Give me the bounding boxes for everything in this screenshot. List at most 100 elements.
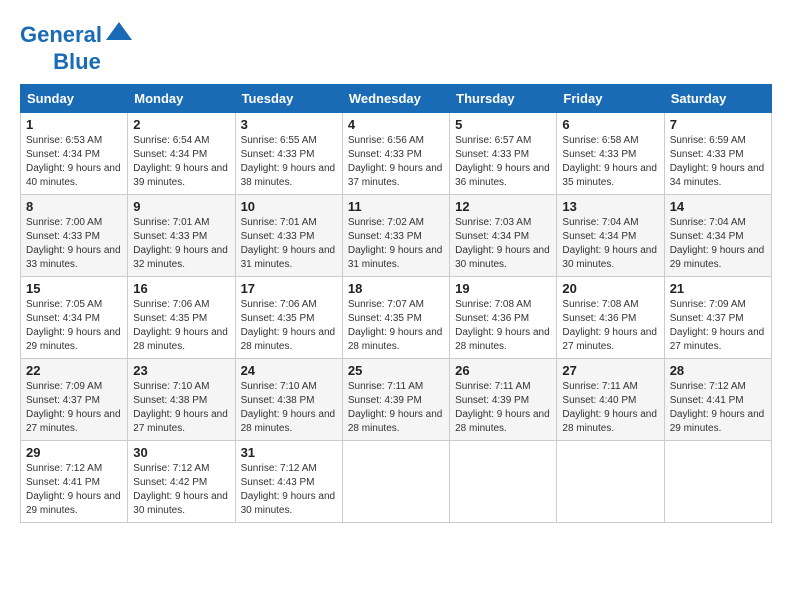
week-row-2: 8 Sunrise: 7:00 AM Sunset: 4:33 PM Dayli… bbox=[21, 195, 772, 277]
calendar-cell: 17 Sunrise: 7:06 AM Sunset: 4:35 PM Dayl… bbox=[235, 277, 342, 359]
calendar-cell: 25 Sunrise: 7:11 AM Sunset: 4:39 PM Dayl… bbox=[342, 359, 449, 441]
calendar-cell: 3 Sunrise: 6:55 AM Sunset: 4:33 PM Dayli… bbox=[235, 113, 342, 195]
day-info: Sunrise: 7:01 AM Sunset: 4:33 PM Dayligh… bbox=[241, 216, 337, 272]
calendar-cell: 12 Sunrise: 7:03 AM Sunset: 4:34 PM Dayl… bbox=[450, 195, 557, 277]
calendar-cell: 8 Sunrise: 7:00 AM Sunset: 4:33 PM Dayli… bbox=[21, 195, 128, 277]
day-number: 5 bbox=[455, 117, 551, 132]
week-row-3: 15 Sunrise: 7:05 AM Sunset: 4:34 PM Dayl… bbox=[21, 277, 772, 359]
day-number: 31 bbox=[241, 445, 337, 460]
day-number: 21 bbox=[670, 281, 766, 296]
day-number: 17 bbox=[241, 281, 337, 296]
calendar-cell: 24 Sunrise: 7:10 AM Sunset: 4:38 PM Dayl… bbox=[235, 359, 342, 441]
calendar-cell: 28 Sunrise: 7:12 AM Sunset: 4:41 PM Dayl… bbox=[664, 359, 771, 441]
day-number: 29 bbox=[26, 445, 122, 460]
day-number: 28 bbox=[670, 363, 766, 378]
calendar-cell: 13 Sunrise: 7:04 AM Sunset: 4:34 PM Dayl… bbox=[557, 195, 664, 277]
day-info: Sunrise: 7:03 AM Sunset: 4:34 PM Dayligh… bbox=[455, 216, 551, 272]
day-info: Sunrise: 7:09 AM Sunset: 4:37 PM Dayligh… bbox=[26, 380, 122, 436]
day-number: 10 bbox=[241, 199, 337, 214]
calendar-cell bbox=[664, 441, 771, 523]
day-info: Sunrise: 7:05 AM Sunset: 4:34 PM Dayligh… bbox=[26, 298, 122, 354]
page-header: General Blue bbox=[20, 20, 772, 74]
day-number: 24 bbox=[241, 363, 337, 378]
day-number: 22 bbox=[26, 363, 122, 378]
day-info: Sunrise: 7:10 AM Sunset: 4:38 PM Dayligh… bbox=[133, 380, 229, 436]
day-info: Sunrise: 6:56 AM Sunset: 4:33 PM Dayligh… bbox=[348, 134, 444, 190]
day-number: 30 bbox=[133, 445, 229, 460]
calendar-cell: 21 Sunrise: 7:09 AM Sunset: 4:37 PM Dayl… bbox=[664, 277, 771, 359]
calendar-cell: 10 Sunrise: 7:01 AM Sunset: 4:33 PM Dayl… bbox=[235, 195, 342, 277]
week-row-5: 29 Sunrise: 7:12 AM Sunset: 4:41 PM Dayl… bbox=[21, 441, 772, 523]
logo-text: General bbox=[20, 23, 102, 47]
calendar-cell bbox=[342, 441, 449, 523]
header-sunday: Sunday bbox=[21, 85, 128, 113]
day-info: Sunrise: 7:06 AM Sunset: 4:35 PM Dayligh… bbox=[241, 298, 337, 354]
day-info: Sunrise: 7:08 AM Sunset: 4:36 PM Dayligh… bbox=[562, 298, 658, 354]
day-info: Sunrise: 7:00 AM Sunset: 4:33 PM Dayligh… bbox=[26, 216, 122, 272]
day-info: Sunrise: 7:04 AM Sunset: 4:34 PM Dayligh… bbox=[562, 216, 658, 272]
day-info: Sunrise: 6:58 AM Sunset: 4:33 PM Dayligh… bbox=[562, 134, 658, 190]
header-monday: Monday bbox=[128, 85, 235, 113]
calendar-cell: 7 Sunrise: 6:59 AM Sunset: 4:33 PM Dayli… bbox=[664, 113, 771, 195]
day-info: Sunrise: 6:53 AM Sunset: 4:34 PM Dayligh… bbox=[26, 134, 122, 190]
day-number: 12 bbox=[455, 199, 551, 214]
week-row-1: 1 Sunrise: 6:53 AM Sunset: 4:34 PM Dayli… bbox=[21, 113, 772, 195]
logo-icon bbox=[104, 20, 134, 50]
day-number: 26 bbox=[455, 363, 551, 378]
calendar-cell: 23 Sunrise: 7:10 AM Sunset: 4:38 PM Dayl… bbox=[128, 359, 235, 441]
day-number: 7 bbox=[670, 117, 766, 132]
calendar-cell: 31 Sunrise: 7:12 AM Sunset: 4:43 PM Dayl… bbox=[235, 441, 342, 523]
calendar-cell: 5 Sunrise: 6:57 AM Sunset: 4:33 PM Dayli… bbox=[450, 113, 557, 195]
day-number: 19 bbox=[455, 281, 551, 296]
calendar-cell bbox=[450, 441, 557, 523]
calendar-cell: 15 Sunrise: 7:05 AM Sunset: 4:34 PM Dayl… bbox=[21, 277, 128, 359]
day-number: 25 bbox=[348, 363, 444, 378]
day-number: 16 bbox=[133, 281, 229, 296]
header-saturday: Saturday bbox=[664, 85, 771, 113]
header-friday: Friday bbox=[557, 85, 664, 113]
day-info: Sunrise: 7:04 AM Sunset: 4:34 PM Dayligh… bbox=[670, 216, 766, 272]
header-tuesday: Tuesday bbox=[235, 85, 342, 113]
calendar-cell: 4 Sunrise: 6:56 AM Sunset: 4:33 PM Dayli… bbox=[342, 113, 449, 195]
day-number: 9 bbox=[133, 199, 229, 214]
day-number: 4 bbox=[348, 117, 444, 132]
day-info: Sunrise: 7:09 AM Sunset: 4:37 PM Dayligh… bbox=[670, 298, 766, 354]
week-row-4: 22 Sunrise: 7:09 AM Sunset: 4:37 PM Dayl… bbox=[21, 359, 772, 441]
day-number: 1 bbox=[26, 117, 122, 132]
day-info: Sunrise: 7:10 AM Sunset: 4:38 PM Dayligh… bbox=[241, 380, 337, 436]
calendar-cell: 11 Sunrise: 7:02 AM Sunset: 4:33 PM Dayl… bbox=[342, 195, 449, 277]
day-info: Sunrise: 7:11 AM Sunset: 4:40 PM Dayligh… bbox=[562, 380, 658, 436]
day-info: Sunrise: 6:54 AM Sunset: 4:34 PM Dayligh… bbox=[133, 134, 229, 190]
calendar-cell: 2 Sunrise: 6:54 AM Sunset: 4:34 PM Dayli… bbox=[128, 113, 235, 195]
day-info: Sunrise: 7:12 AM Sunset: 4:43 PM Dayligh… bbox=[241, 462, 337, 518]
day-info: Sunrise: 7:12 AM Sunset: 4:42 PM Dayligh… bbox=[133, 462, 229, 518]
day-info: Sunrise: 7:12 AM Sunset: 4:41 PM Dayligh… bbox=[670, 380, 766, 436]
calendar-table: SundayMondayTuesdayWednesdayThursdayFrid… bbox=[20, 84, 772, 523]
calendar-cell: 30 Sunrise: 7:12 AM Sunset: 4:42 PM Dayl… bbox=[128, 441, 235, 523]
day-info: Sunrise: 7:08 AM Sunset: 4:36 PM Dayligh… bbox=[455, 298, 551, 354]
logo-blue-text: Blue bbox=[53, 50, 101, 74]
logo: General Blue bbox=[20, 20, 134, 74]
calendar-cell: 27 Sunrise: 7:11 AM Sunset: 4:40 PM Dayl… bbox=[557, 359, 664, 441]
day-number: 6 bbox=[562, 117, 658, 132]
day-info: Sunrise: 7:11 AM Sunset: 4:39 PM Dayligh… bbox=[455, 380, 551, 436]
day-info: Sunrise: 7:11 AM Sunset: 4:39 PM Dayligh… bbox=[348, 380, 444, 436]
day-number: 15 bbox=[26, 281, 122, 296]
calendar-cell: 19 Sunrise: 7:08 AM Sunset: 4:36 PM Dayl… bbox=[450, 277, 557, 359]
calendar-cell: 6 Sunrise: 6:58 AM Sunset: 4:33 PM Dayli… bbox=[557, 113, 664, 195]
day-number: 14 bbox=[670, 199, 766, 214]
calendar-cell: 1 Sunrise: 6:53 AM Sunset: 4:34 PM Dayli… bbox=[21, 113, 128, 195]
day-info: Sunrise: 7:01 AM Sunset: 4:33 PM Dayligh… bbox=[133, 216, 229, 272]
calendar-cell: 18 Sunrise: 7:07 AM Sunset: 4:35 PM Dayl… bbox=[342, 277, 449, 359]
day-number: 11 bbox=[348, 199, 444, 214]
header-thursday: Thursday bbox=[450, 85, 557, 113]
day-number: 23 bbox=[133, 363, 229, 378]
day-info: Sunrise: 7:06 AM Sunset: 4:35 PM Dayligh… bbox=[133, 298, 229, 354]
calendar-cell bbox=[557, 441, 664, 523]
day-info: Sunrise: 7:07 AM Sunset: 4:35 PM Dayligh… bbox=[348, 298, 444, 354]
day-number: 20 bbox=[562, 281, 658, 296]
calendar-cell: 16 Sunrise: 7:06 AM Sunset: 4:35 PM Dayl… bbox=[128, 277, 235, 359]
day-number: 27 bbox=[562, 363, 658, 378]
day-number: 18 bbox=[348, 281, 444, 296]
calendar-header-row: SundayMondayTuesdayWednesdayThursdayFrid… bbox=[21, 85, 772, 113]
